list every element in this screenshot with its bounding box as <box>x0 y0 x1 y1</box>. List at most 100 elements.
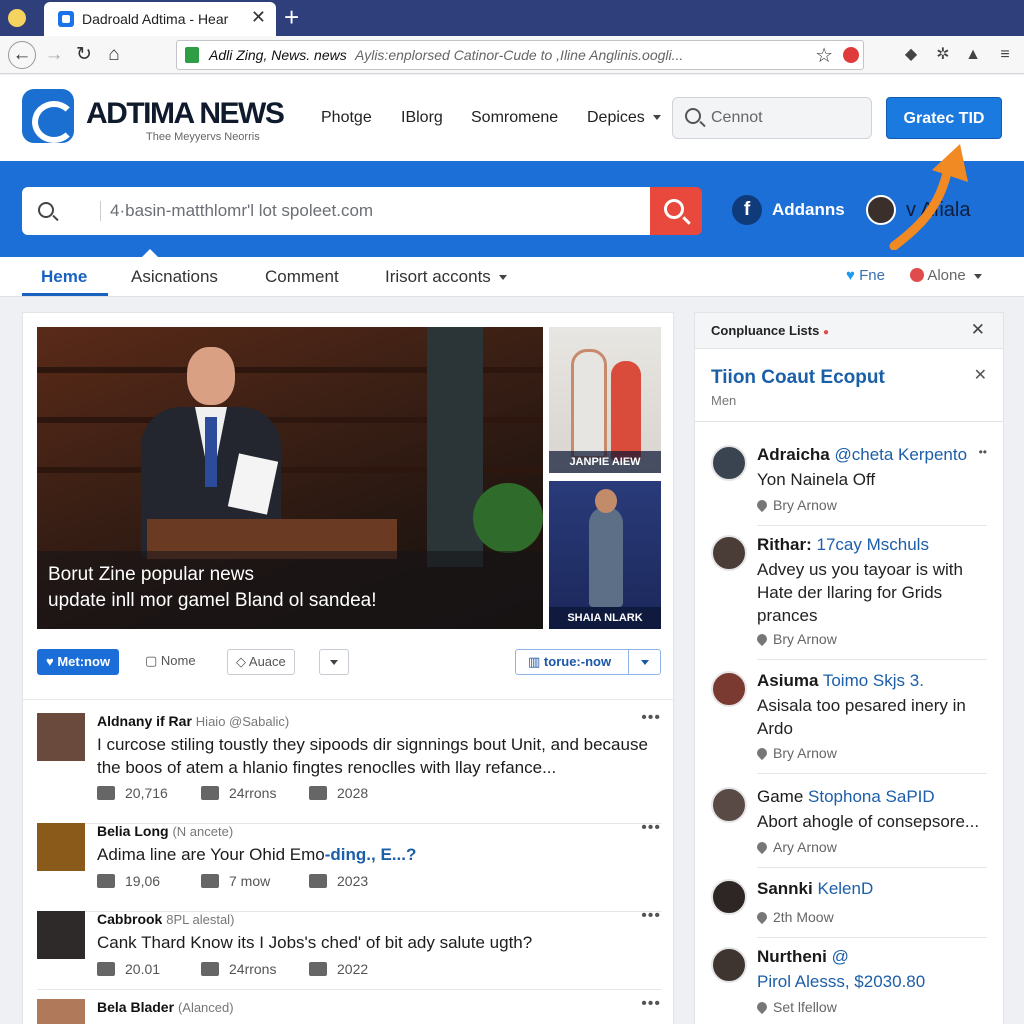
nav-item-iblorg[interactable]: IBlorg <box>401 109 443 127</box>
tab-asicnations[interactable]: Asicnations <box>131 267 218 287</box>
avatar[interactable] <box>37 999 85 1024</box>
more-options-icon[interactable]: ••• <box>641 709 661 727</box>
band-user-name[interactable]: Addanns <box>772 200 845 220</box>
back-arrow-icon[interactable]: ← <box>8 41 36 69</box>
shield-icon[interactable]: ◆ <box>902 46 920 64</box>
contact-foot[interactable]: Bry Arnow <box>754 497 837 513</box>
more-options-icon[interactable]: •• <box>979 445 987 459</box>
story-thumbnail[interactable]: JANPIE AIEW <box>549 327 661 473</box>
extension-icon[interactable] <box>843 47 859 63</box>
browser-tab[interactable]: Dadroald Adtima - Hear ✕ <box>44 2 276 36</box>
post-author[interactable]: Belia Long (N ancete) <box>97 823 233 839</box>
bag-icon[interactable]: ▲ <box>964 46 982 64</box>
contact-foot[interactable]: 2th Moow <box>754 909 834 925</box>
hero-caption[interactable]: Borut Zine popular news update inll mor … <box>48 562 538 614</box>
avatar[interactable] <box>711 947 747 983</box>
avatar[interactable] <box>711 787 747 823</box>
contact-body: Yon Nainela Off <box>757 470 876 489</box>
contact-heading: Nurtheni @ <box>757 947 849 967</box>
close-icon[interactable]: ✕ <box>974 365 987 385</box>
panel-title-text: Conpluance Lists <box>711 323 820 338</box>
story-thumbnail[interactable]: SHAIA NLARK <box>549 481 661 629</box>
site-logo-icon[interactable] <box>22 89 76 143</box>
avatar[interactable] <box>711 879 747 915</box>
address-bar[interactable]: Adli Zing, News. news Aylis:enplorsed Ca… <box>176 40 864 70</box>
tab-heme[interactable]: Heme <box>41 267 87 287</box>
facebook-icon[interactable]: f <box>732 195 762 225</box>
twitter-link-label: Fne <box>859 267 885 284</box>
like-count[interactable]: 19,06 <box>97 873 160 889</box>
post-author[interactable]: Cabbrook 8PL alestal) <box>97 911 234 927</box>
avatar[interactable] <box>711 445 747 481</box>
new-tab-icon[interactable]: + <box>284 2 299 33</box>
auace-button[interactable]: ◇ Auace <box>227 649 295 675</box>
more-options-icon[interactable]: ••• <box>641 819 661 837</box>
contact-name[interactable]: Nurtheni <box>757 947 827 966</box>
post-author[interactable]: Aldnany if Rar Hiaio @Sabalic) <box>97 713 289 729</box>
twitter-link[interactable]: ♥ Fne <box>846 267 885 284</box>
header-search-input[interactable]: Cennot <box>672 97 872 139</box>
more-options-icon[interactable]: ••• <box>641 995 661 1013</box>
tweet-now-button[interactable]: ♥ Met:now <box>37 649 120 675</box>
nav-item-depices[interactable]: Depices <box>587 109 661 127</box>
contact-accent[interactable]: KelenD <box>817 879 873 898</box>
url-path: Aylis:enplorsed Catinor-Cude to ,Iline A… <box>355 47 684 63</box>
tab-close-icon[interactable]: ✕ <box>251 7 266 28</box>
avatar[interactable] <box>711 535 747 571</box>
contact-accent[interactable]: Toimo Skjs 3. <box>823 671 924 690</box>
close-icon[interactable]: ✕ <box>971 320 985 340</box>
contact-foot-text: Bry Arnow <box>773 745 837 761</box>
more-options-icon[interactable]: ••• <box>641 907 661 925</box>
contact-accent[interactable]: 17cay Mschuls <box>817 535 929 554</box>
contact-accent[interactable]: @cheta Kerpento <box>834 445 967 464</box>
site-brand[interactable]: ADTIMA NEWS <box>86 97 285 131</box>
chevron-down-icon <box>498 275 507 281</box>
follow-dropdown[interactable] <box>628 650 660 674</box>
forward-arrow-icon[interactable]: → <box>40 41 68 69</box>
share-count[interactable]: 7 mow <box>201 873 270 889</box>
reload-icon[interactable]: ↻ <box>70 41 98 69</box>
menu-icon[interactable]: ≡ <box>996 46 1014 64</box>
contact-name[interactable]: Sannki <box>757 879 813 898</box>
avatar[interactable] <box>37 911 85 959</box>
cta-button[interactable]: Gratec TID <box>886 97 1002 139</box>
like-count[interactable]: 20,716 <box>97 785 168 801</box>
star-icon[interactable]: ☆ <box>815 43 833 68</box>
more-dropdown-button[interactable] <box>319 649 349 675</box>
share-count[interactable]: 24rrons <box>201 785 276 801</box>
post-body-link[interactable]: -ding., E...? <box>325 845 417 864</box>
contact-foot[interactable]: Ary Arnow <box>754 839 837 855</box>
avatar[interactable] <box>37 713 85 761</box>
share-count-value: 24rrons <box>229 785 277 801</box>
post-handle: 8PL alestal) <box>166 912 235 927</box>
contact-name[interactable]: Asiuma <box>757 671 818 690</box>
contact-foot[interactable]: Bry Arnow <box>754 631 837 647</box>
main-search-input[interactable]: 4·basin-matthlomr'l lot spoleet.com <box>22 187 650 235</box>
nav-item-somromene[interactable]: Somromene <box>471 109 558 127</box>
tab-comment[interactable]: Comment <box>265 267 339 287</box>
contact-foot[interactable]: Set lfellow <box>754 999 837 1015</box>
hero-story[interactable]: Borut Zine popular news update inll mor … <box>37 327 543 629</box>
nome-button[interactable]: ▢ Nome <box>137 649 204 675</box>
contact-foot[interactable]: Bry Arnow <box>754 745 837 761</box>
post-author[interactable]: Bela Blader (Alanced) <box>97 999 234 1015</box>
contact-name[interactable]: Game <box>757 787 803 806</box>
settings-icon[interactable]: ✲ <box>934 46 952 64</box>
avatar[interactable] <box>37 823 85 871</box>
alone-dropdown[interactable]: Alone <box>910 267 982 284</box>
home-icon[interactable]: ⌂ <box>100 41 128 69</box>
like-count[interactable]: 20.01 <box>97 961 160 977</box>
contact-accent[interactable]: @ <box>832 947 849 966</box>
contact-name[interactable]: Adraicha <box>757 445 830 464</box>
contact-accent[interactable]: Stophona SaPID <box>808 787 935 806</box>
nav-item-photge[interactable]: Photge <box>321 109 372 127</box>
contact-foot-text: Set lfellow <box>773 999 837 1015</box>
tab-irisort-acconts[interactable]: Irisort acconts <box>385 267 507 287</box>
panel-subtitle[interactable]: Tiion Coaut Ecoput <box>711 367 885 389</box>
contact-name[interactable]: Rithar: <box>757 535 812 554</box>
search-icon <box>685 108 701 124</box>
avatar[interactable] <box>711 671 747 707</box>
follow-now-button[interactable]: ▥ torue:-now <box>515 649 661 675</box>
share-count[interactable]: 24rrons <box>201 961 276 977</box>
search-submit-button[interactable] <box>650 187 702 235</box>
